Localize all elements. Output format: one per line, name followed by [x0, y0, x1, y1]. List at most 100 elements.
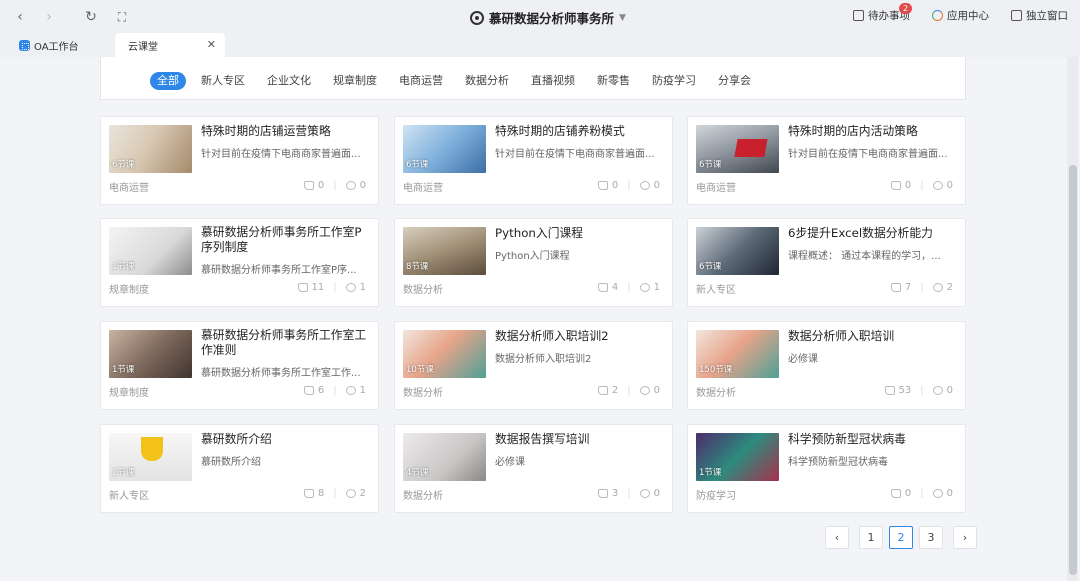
refresh-icon[interactable]: ↻: [80, 6, 102, 28]
course-card[interactable]: 1节课 慕研数所介绍 慕研数所介绍 新人专区 8 | 2: [100, 424, 379, 513]
comment-count: 0: [359, 180, 366, 191]
comment-icon[interactable]: [639, 386, 650, 395]
course-card[interactable]: 6节课 特殊时期的店内活动策略 针对目前在疫情下电商商家普遍面... 电商运营 0 | 0: [687, 116, 966, 205]
thumbs-up-icon[interactable]: [297, 283, 308, 292]
thumbs-up-icon[interactable]: [890, 489, 901, 498]
comment-icon[interactable]: [345, 181, 356, 190]
course-stats: 0 | 0: [890, 488, 953, 499]
course-title[interactable]: 特殊时期的店铺运营策略: [201, 124, 371, 139]
divider: |: [333, 180, 337, 191]
filter-tab[interactable]: 分享会: [711, 72, 758, 90]
course-title[interactable]: 特殊时期的店铺养粉模式: [495, 124, 665, 139]
next-page-button[interactable]: ›: [953, 526, 977, 549]
forward-icon[interactable]: ›: [38, 6, 60, 28]
course-title[interactable]: 数据分析师入职培训: [788, 329, 958, 344]
comment-icon[interactable]: [932, 386, 943, 395]
course-card[interactable]: 150节课 数据分析师入职培训 必修课 数据分析 53 | 0: [687, 321, 966, 410]
app-title-switcher[interactable]: 慕研数据分析师事务所 ▼: [470, 8, 626, 27]
todo-badge: 2: [899, 3, 913, 14]
thumbs-up-icon[interactable]: [597, 386, 608, 395]
lesson-count: 6节课: [406, 160, 429, 170]
standalone-window-button[interactable]: 独立窗口: [1011, 8, 1068, 23]
comment-icon[interactable]: [639, 283, 650, 292]
thumbs-up-icon[interactable]: [884, 386, 895, 395]
filter-tab[interactable]: 规章制度: [326, 72, 384, 90]
thumbs-up-icon[interactable]: [890, 181, 901, 190]
comment-icon[interactable]: [932, 181, 943, 190]
comment-icon[interactable]: [345, 386, 356, 395]
filter-tab[interactable]: 企业文化: [260, 72, 318, 90]
comment-count: 0: [653, 488, 660, 499]
course-category: 规章制度: [109, 388, 149, 399]
course-card[interactable]: 6节课 特殊时期的店铺运营策略 针对目前在疫情下电商商家普遍面... 电商运营 0 | 0: [100, 116, 379, 205]
course-thumbnail[interactable]: 1节课: [696, 433, 779, 481]
prev-page-button[interactable]: ‹: [825, 526, 849, 549]
course-thumbnail[interactable]: 10节课: [403, 330, 486, 378]
course-card[interactable]: 1节课 慕研数据分析师事务所工作室工作准则 慕研数据分析师事务所工作室工作... 规章…: [100, 321, 379, 410]
filter-tab[interactable]: 全部: [150, 72, 186, 90]
course-title[interactable]: Python入门课程: [495, 226, 665, 241]
like-count: 0: [904, 180, 912, 191]
tab-bar: OA工作台 云课堂 ✕: [0, 33, 1080, 57]
course-title[interactable]: 6步提升Excel数据分析能力: [788, 226, 958, 241]
scrollbar-thumb[interactable]: [1069, 165, 1077, 575]
course-title[interactable]: 特殊时期的店内活动策略: [788, 124, 958, 139]
course-thumbnail[interactable]: 1节课: [109, 227, 192, 275]
comment-icon[interactable]: [639, 489, 650, 498]
back-icon[interactable]: ‹: [9, 6, 31, 28]
divider: |: [627, 180, 631, 191]
thumbs-up-icon[interactable]: [597, 181, 608, 190]
course-title[interactable]: 慕研数据分析师事务所工作室工作准则: [201, 328, 371, 358]
app-center-button[interactable]: 应用中心: [932, 8, 989, 23]
course-thumbnail[interactable]: 6节课: [109, 125, 192, 173]
comment-icon[interactable]: [932, 283, 943, 292]
course-title[interactable]: 数据分析师入职培训2: [495, 329, 665, 344]
filter-tab[interactable]: 电商运营: [392, 72, 450, 90]
thumbs-up-icon[interactable]: [303, 489, 314, 498]
course-thumbnail[interactable]: 4节课: [403, 433, 486, 481]
comment-icon[interactable]: [932, 489, 943, 498]
comment-count: 1: [653, 282, 660, 293]
comment-icon[interactable]: [345, 489, 356, 498]
course-thumbnail[interactable]: 1节课: [109, 330, 192, 378]
filter-tab[interactable]: 直播视频: [524, 72, 582, 90]
filter-tab[interactable]: 新人专区: [194, 72, 252, 90]
course-title[interactable]: 慕研数所介绍: [201, 432, 371, 447]
thumbs-up-icon[interactable]: [303, 181, 314, 190]
comment-icon[interactable]: [639, 181, 650, 190]
filter-tab[interactable]: 数据分析: [458, 72, 516, 90]
course-thumbnail[interactable]: 1节课: [109, 433, 192, 481]
course-thumbnail[interactable]: 6节课: [403, 125, 486, 173]
fullscreen-icon[interactable]: ⛶: [111, 6, 133, 28]
course-thumbnail[interactable]: 6节课: [696, 125, 779, 173]
course-thumbnail[interactable]: 8节课: [403, 227, 486, 275]
course-card[interactable]: 10节课 数据分析师入职培训2 数据分析师入职培训2 数据分析 2 | 0: [394, 321, 673, 410]
thumbs-up-icon[interactable]: [890, 283, 901, 292]
comment-icon[interactable]: [345, 283, 356, 292]
filter-tab[interactable]: 新零售: [590, 72, 637, 90]
course-title[interactable]: 科学预防新型冠状病毒: [788, 432, 958, 447]
todo-button[interactable]: 待办事项 2: [853, 3, 913, 23]
course-card[interactable]: 1节课 慕研数据分析师事务所工作室P序列制度 慕研数据分析师事务所工作室P序... 规…: [100, 218, 379, 307]
tab-oa-workbench[interactable]: OA工作台: [19, 33, 79, 57]
course-title[interactable]: 慕研数据分析师事务所工作室P序列制度: [201, 225, 371, 255]
course-thumbnail[interactable]: 150节课: [696, 330, 779, 378]
tab-cloud-classroom[interactable]: 云课堂 ✕: [115, 33, 225, 57]
page-3-button[interactable]: 3: [919, 526, 943, 549]
course-card[interactable]: 6节课 特殊时期的店铺养粉模式 针对目前在疫情下电商商家普遍面... 电商运营 0 | 0: [394, 116, 673, 205]
course-stats: 6 | 1: [303, 385, 366, 396]
thumbs-up-icon[interactable]: [597, 489, 608, 498]
page-1-button[interactable]: 1: [859, 526, 883, 549]
filter-tab[interactable]: 防疫学习: [645, 72, 703, 90]
close-icon[interactable]: ✕: [207, 38, 216, 51]
course-card[interactable]: 8节课 Python入门课程 Python入门课程 数据分析 4 | 1: [394, 218, 673, 307]
page-2-button[interactable]: 2: [889, 526, 913, 549]
course-card[interactable]: 4节课 数据报告撰写培训 必修课 数据分析 3 | 0: [394, 424, 673, 513]
course-card[interactable]: 1节课 科学预防新型冠状病毒 科学预防新型冠状病毒 防疫学习 0 | 0: [687, 424, 966, 513]
course-title[interactable]: 数据报告撰写培训: [495, 432, 665, 447]
like-count: 2: [611, 385, 619, 396]
thumbs-up-icon[interactable]: [597, 283, 608, 292]
course-thumbnail[interactable]: 6节课: [696, 227, 779, 275]
thumbs-up-icon[interactable]: [303, 386, 314, 395]
course-card[interactable]: 6节课 6步提升Excel数据分析能力 课程概述： 通过本课程的学习，... 新人专区…: [687, 218, 966, 307]
